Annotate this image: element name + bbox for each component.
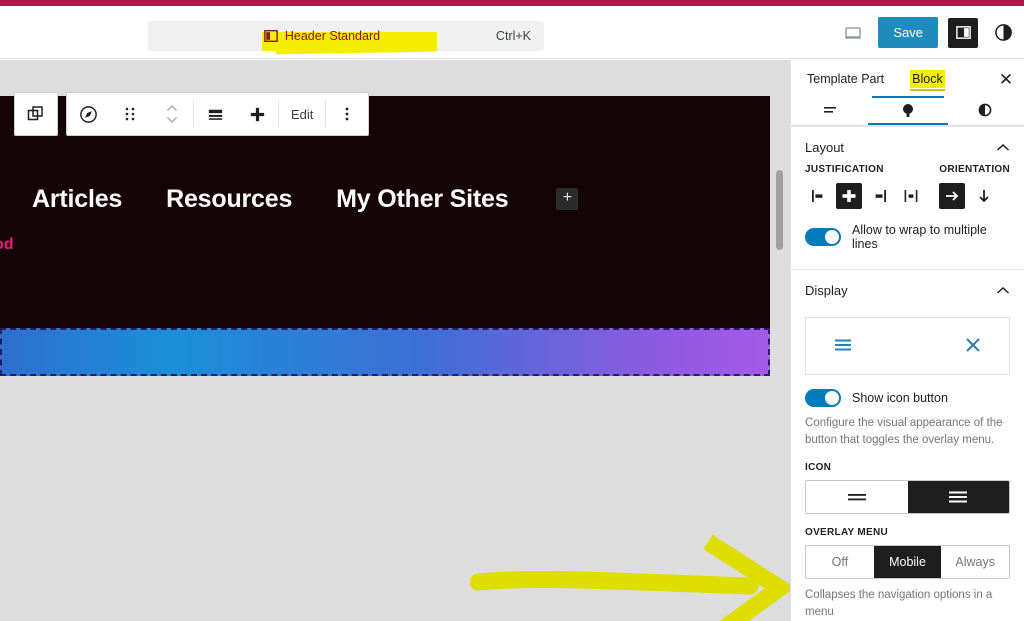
gradient-cover-block[interactable] <box>0 328 770 376</box>
overlay-preview-box <box>805 317 1010 375</box>
nav-link-articles[interactable]: Articles <box>32 185 122 214</box>
align-icon[interactable] <box>194 93 236 135</box>
save-button[interactable]: Save <box>878 17 938 48</box>
styles-contrast-icon[interactable] <box>946 97 1024 125</box>
sidebar-icon-tabs <box>791 96 1024 126</box>
justification-label: JUSTIFICATION <box>805 164 884 175</box>
allow-wrap-label: Allow to wrap to multiple lines <box>852 223 987 251</box>
list-view-icon[interactable] <box>791 97 869 125</box>
sidebar-tab-block-label: Block <box>912 72 943 86</box>
sidebar-tab-block[interactable]: Block <box>910 70 945 91</box>
chevron-up-icon[interactable] <box>996 141 1010 155</box>
show-icon-button-toggle[interactable] <box>805 389 841 407</box>
icon-option-group <box>805 480 1010 515</box>
navigation-block-icon[interactable] <box>67 93 109 135</box>
icon-tab-top-rule <box>871 96 944 98</box>
overlay-option-always[interactable]: Always <box>941 546 1009 578</box>
justify-items-icon[interactable] <box>236 93 278 135</box>
styles-contrast-icon[interactable] <box>988 18 1018 48</box>
layout-section-header[interactable]: Layout <box>791 126 1024 164</box>
three-line-menu-icon[interactable] <box>907 481 1009 514</box>
command-bar[interactable]: Header Standard Ctrl+K <box>148 21 544 55</box>
hamburger-menu-icon <box>832 336 854 357</box>
add-nav-item-button[interactable]: + <box>556 188 579 210</box>
settings-panel-icon[interactable] <box>948 17 978 48</box>
sidebar-tabs: Template Part Block ✕ <box>791 60 1024 98</box>
block-toolbar: Edit <box>14 92 370 136</box>
justification-control: JUSTIFICATION <box>805 164 924 209</box>
allow-wrap-toggle[interactable] <box>805 228 841 246</box>
display-section-title: Display <box>805 283 848 298</box>
wrap-toggle-row: Allow to wrap to multiple lines <box>791 209 1024 251</box>
vertical-arrow-icon[interactable] <box>971 183 997 209</box>
drag-handle-icon[interactable] <box>109 93 151 135</box>
layout-controls-row: JUSTIFICATION ORIENTATION <box>791 164 1024 209</box>
space-between-icon[interactable] <box>898 183 924 209</box>
command-bar-shortcut: Ctrl+K <box>495 29 531 43</box>
layout-section-title: Layout <box>805 140 845 155</box>
justify-center-icon[interactable] <box>836 183 862 209</box>
overlay-menu-label: OVERLAY MENU <box>805 527 889 539</box>
desktop-preview-icon[interactable] <box>838 18 868 48</box>
orientation-options <box>939 183 1010 209</box>
show-icon-help-text: Configure the visual appearance of the b… <box>805 417 1003 446</box>
chevron-up-icon[interactable] <box>996 284 1010 298</box>
sidebar-tab-template-part[interactable]: Template Part <box>805 70 886 88</box>
command-bar-label: Header Standard <box>284 29 381 43</box>
block-settings-sidebar: Template Part Block ✕ Layout JUSTIFICATI… <box>790 60 1024 621</box>
block-type-template-part-icon[interactable] <box>15 93 57 135</box>
sidebar-tab-block-underline <box>910 89 945 91</box>
block-toolbar-group-main: Edit <box>66 92 370 136</box>
overlay-menu-label-row: OVERLAY MENU <box>791 527 1024 538</box>
close-icon[interactable]: ✕ <box>996 69 1016 89</box>
show-icon-button-row: Show icon button <box>791 375 1024 407</box>
editor-canvas: Articles Resources My Other Sites + od <box>0 60 790 621</box>
display-section-header[interactable]: Display <box>791 269 1024 307</box>
navigation-items: Articles Resources My Other Sites + <box>0 176 770 222</box>
icon-label: ICON <box>805 462 832 474</box>
orientation-label: ORIENTATION <box>939 164 1010 175</box>
editor-header: Header Standard Ctrl+K Save <box>0 6 1024 59</box>
template-part-icon <box>264 30 278 42</box>
nav-link-my-other-sites[interactable]: My Other Sites <box>336 185 508 214</box>
overlay-menu-help-text: Collapses the navigation options in a me… <box>805 589 993 619</box>
canvas-scrollbar[interactable] <box>776 170 783 250</box>
edit-button[interactable]: Edit <box>279 93 325 135</box>
settings-gear-icon[interactable] <box>869 96 947 125</box>
more-options-icon[interactable] <box>326 93 368 135</box>
nav-link-resources[interactable]: Resources <box>166 185 292 214</box>
overlay-option-mobile[interactable]: Mobile <box>873 546 942 579</box>
justify-right-icon[interactable] <box>867 183 893 209</box>
two-line-menu-icon[interactable] <box>806 481 908 513</box>
overlay-menu-options: Off Mobile Always <box>805 545 1010 580</box>
justify-left-icon[interactable] <box>805 183 831 209</box>
icon-label-row: ICON <box>791 462 1024 473</box>
overlay-option-off[interactable]: Off <box>806 546 874 578</box>
header-right-controls: Save <box>838 17 1018 48</box>
horizontal-arrow-icon[interactable] <box>939 183 966 209</box>
move-up-down-icon[interactable] <box>151 93 193 135</box>
partial-pink-text: od <box>0 236 14 253</box>
yellow-highlight-arrow <box>470 534 790 621</box>
justification-options <box>805 183 924 209</box>
block-toolbar-group-type <box>14 92 58 136</box>
show-icon-button-label: Show icon button <box>852 391 948 405</box>
orientation-control: ORIENTATION <box>939 164 1010 209</box>
close-x-icon <box>963 335 983 358</box>
